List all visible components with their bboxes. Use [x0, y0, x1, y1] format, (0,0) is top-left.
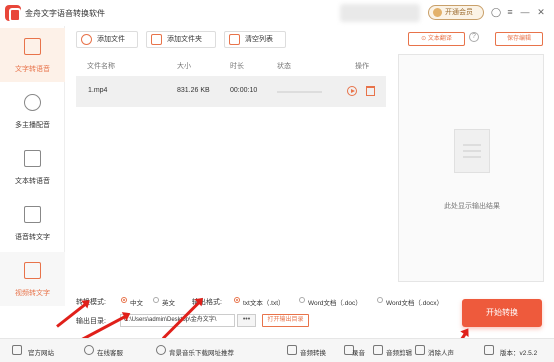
trash-icon[interactable]: [366, 86, 375, 96]
mode-radio-english[interactable]: [153, 297, 159, 303]
save-edit-button[interactable]: 保存编辑: [495, 32, 543, 46]
add-folder-button[interactable]: 添加文件夹: [146, 31, 216, 48]
file-table-header: 文件名称 大小 时长 状态 操作: [76, 58, 386, 72]
document-icon: [24, 150, 41, 167]
user-icon[interactable]: ◯: [491, 7, 501, 17]
column-header-status: 状态: [277, 63, 291, 70]
sidebar-item-text-to-speech[interactable]: 文字转语音: [0, 28, 65, 82]
progress-bar: [277, 91, 322, 93]
file-duration: 00:00:10: [230, 87, 258, 94]
vip-label: 开通会员: [445, 9, 473, 16]
play-icon[interactable]: [347, 86, 357, 96]
mode-radio-chinese[interactable]: [121, 297, 127, 303]
statusbar-link-music[interactable]: 背景音乐下载网址推荐: [169, 347, 234, 357]
sidebar-item-label: 语音转文字: [15, 234, 50, 241]
close-icon[interactable]: ✕: [536, 7, 546, 17]
statusbar-link-service[interactable]: 在线客服: [97, 347, 123, 357]
person-icon: [24, 94, 41, 111]
mode-option-chinese[interactable]: 中文: [130, 297, 143, 307]
sidebar-item-label: 视频转文字: [15, 290, 50, 297]
vip-button[interactable]: 开通会员: [428, 5, 484, 20]
clear-list-button[interactable]: 清空列表: [224, 31, 286, 48]
text-translate-label: 文本翻译: [427, 36, 452, 42]
crown-icon: [433, 8, 442, 17]
start-convert-button[interactable]: 开始转换: [462, 299, 542, 327]
help-icon[interactable]: ?: [469, 32, 479, 42]
blurred-title-area: [340, 4, 420, 22]
sidebar-item-label: 多主播配音: [15, 122, 50, 129]
file-name: 1.mp4: [88, 87, 108, 94]
video-icon: [24, 262, 41, 279]
column-header-size: 大小: [177, 63, 191, 70]
minimize-icon[interactable]: —: [520, 7, 530, 17]
menu-icon[interactable]: ≡: [505, 7, 515, 17]
website-icon: [12, 345, 22, 355]
translate-icon: ⊙: [421, 36, 428, 42]
column-header-name: 文件名称: [87, 63, 115, 70]
sidebar-item-label: 文本转语音: [15, 178, 50, 185]
title-bar: 金舟文字语音转换软件 开通会员 ◯ ≡ — ✕: [0, 0, 554, 26]
clear-list-label: 清空列表: [245, 36, 273, 43]
sidebar-item-document-to-speech[interactable]: 文本转语音: [0, 140, 65, 194]
audio-text-icon: [24, 206, 41, 223]
music-icon: [156, 345, 166, 355]
text-translate-button[interactable]: ⊙ 文本翻译: [408, 32, 465, 46]
mode-option-english[interactable]: 英文: [162, 297, 175, 307]
format-radio-docx[interactable]: [377, 297, 383, 303]
text-to-speech-icon: [24, 38, 41, 55]
sidebar-item-label: 文字转语音: [15, 66, 50, 73]
statusbar-link-website[interactable]: 官方网站: [28, 347, 54, 357]
browse-button[interactable]: •••: [237, 314, 256, 327]
format-option-docx[interactable]: Word文档（.docx）: [386, 297, 443, 307]
download-icon: [484, 345, 494, 355]
column-header-actions: 操作: [355, 63, 369, 70]
format-option-doc[interactable]: Word文档（.doc）: [308, 297, 362, 307]
audio-convert-icon: [287, 345, 297, 355]
statusbar-link-vocal-remove[interactable]: 消除人声: [428, 347, 454, 357]
broom-icon: [229, 34, 240, 45]
sidebar-item-speech-to-text[interactable]: 语音转文字: [0, 196, 65, 250]
vocal-remove-icon: [415, 345, 425, 355]
statusbar-link-record[interactable]: 录音: [352, 347, 365, 357]
empty-document-icon: [454, 129, 490, 173]
output-dir-label: 输出目录:: [76, 318, 106, 325]
file-size: 831.26 KB: [177, 87, 210, 94]
statusbar-link-audio-convert[interactable]: 音频转换: [300, 347, 326, 357]
sidebar-item-video-to-text[interactable]: 视频转文字: [0, 252, 65, 306]
add-folder-label: 添加文件夹: [167, 36, 202, 43]
add-file-button[interactable]: 添加文件: [76, 31, 138, 48]
preview-hint: 此处显示输出结果: [444, 203, 500, 210]
output-preview-panel: 此处显示输出结果: [398, 54, 544, 282]
service-icon: [84, 345, 94, 355]
statusbar-link-audio-edit[interactable]: 音频剪辑: [386, 347, 412, 357]
folder-icon: [151, 34, 162, 45]
status-bar: 官方网站 在线客服 背景音乐下载网址推荐 音频转换 录音 音频剪辑 消除人声 版…: [0, 338, 554, 362]
format-radio-txt[interactable]: [234, 297, 240, 303]
app-logo-icon: [5, 5, 21, 22]
format-option-txt[interactable]: txt文本（.txt）: [243, 297, 285, 307]
format-radio-doc[interactable]: [299, 297, 305, 303]
column-header-duration: 时长: [230, 63, 244, 70]
version-label: 版本：v2.5.2: [500, 350, 538, 357]
sidebar-item-multi-voice[interactable]: 多主播配音: [0, 84, 65, 138]
plus-icon: [81, 34, 92, 45]
app-title: 金舟文字语音转换软件: [25, 9, 105, 18]
table-row[interactable]: 1.mp4 831.26 KB 00:00:10: [76, 76, 386, 107]
open-output-dir-button[interactable]: 打开输出目录: [262, 314, 309, 327]
audio-edit-icon: [373, 345, 383, 355]
add-file-label: 添加文件: [97, 36, 125, 43]
sidebar: 文字转语音 多主播配音 文本转语音 语音转文字 视频转文字: [0, 26, 65, 306]
